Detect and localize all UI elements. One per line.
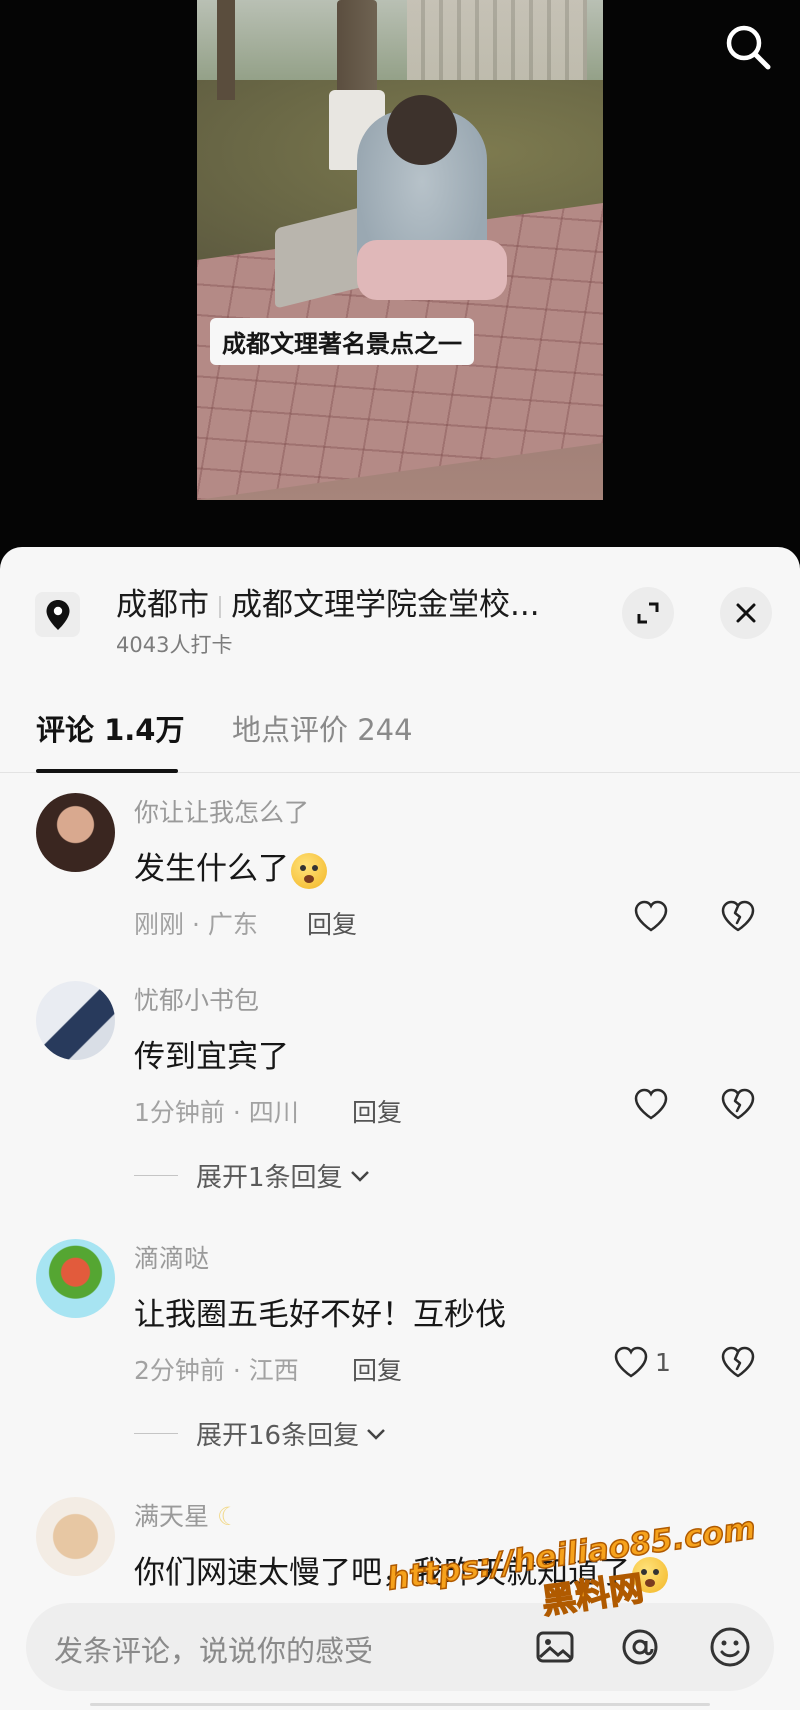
expand-button[interactable] bbox=[622, 587, 674, 639]
search-icon[interactable] bbox=[720, 20, 776, 76]
reply-button[interactable]: 回复 bbox=[352, 1351, 402, 1387]
comment-text: 让我圈五毛好不好！互秒伐 bbox=[134, 1297, 506, 1333]
comment-input-placeholder[interactable]: 发条评论，说说你的感受 bbox=[54, 1628, 373, 1670]
image-icon[interactable] bbox=[531, 1623, 579, 1671]
comments-sheet: 成都市 成都文理学院金堂校... 4043人打卡 评论 1.4万 地点评价 244… bbox=[0, 547, 800, 1710]
comment-username[interactable]: 你让让我怎么了 bbox=[134, 793, 309, 829]
reply-button[interactable]: 回复 bbox=[307, 905, 357, 941]
video-building bbox=[407, 0, 587, 80]
expand-line bbox=[134, 1175, 178, 1176]
like-button[interactable]: 1 bbox=[613, 1345, 671, 1379]
location-title[interactable]: 成都市 成都文理学院金堂校... bbox=[116, 579, 540, 624]
comment-text-content: 你们网速太慢了吧，我昨天就知道了 bbox=[134, 1555, 630, 1591]
video-person-hair bbox=[387, 95, 457, 165]
active-tab-indicator bbox=[36, 769, 178, 773]
avatar[interactable] bbox=[36, 1239, 115, 1318]
expand-replies-label: 展开16条回复 bbox=[196, 1421, 360, 1451]
expand-replies-label: 展开1条回复 bbox=[196, 1163, 343, 1193]
close-button[interactable] bbox=[720, 587, 772, 639]
video-caption: 成都文理著名景点之一 bbox=[210, 318, 474, 365]
video-person-legs bbox=[357, 240, 507, 300]
tab-place-reviews[interactable]: 地点评价 244 bbox=[232, 707, 413, 749]
comment-text: 传到宜宾了 bbox=[134, 1039, 289, 1075]
broken-heart-icon bbox=[721, 1346, 755, 1378]
heart-icon bbox=[634, 900, 668, 932]
crescent-moon-icon: ☾ bbox=[216, 1502, 240, 1531]
video-frame[interactable] bbox=[197, 0, 603, 500]
emoji-icon[interactable] bbox=[706, 1623, 754, 1671]
comment-input-bar[interactable]: 发条评论，说说你的感受 bbox=[26, 1603, 774, 1691]
tab-comments[interactable]: 评论 1.4万 bbox=[36, 707, 184, 749]
title-divider bbox=[219, 595, 221, 618]
comment-text-content: 发生什么了 bbox=[134, 851, 289, 887]
comment-username[interactable]: 滴滴哒 bbox=[134, 1239, 209, 1275]
dislike-button[interactable] bbox=[720, 1345, 756, 1383]
comment-meta: 1分钟前 · 四川 bbox=[134, 1098, 299, 1127]
checkin-count: 4043人打卡 bbox=[116, 633, 233, 657]
at-icon[interactable] bbox=[616, 1623, 664, 1671]
home-indicator bbox=[90, 1703, 710, 1706]
close-icon bbox=[736, 603, 756, 623]
like-count: 1 bbox=[655, 1347, 671, 1377]
screen: 成都文理著名景点之一 成都市 成都文理学院金堂校... 4043人打卡 评论 1.… bbox=[0, 0, 800, 1710]
avatar[interactable] bbox=[36, 793, 115, 872]
heart-icon bbox=[634, 1088, 668, 1120]
expand-replies[interactable]: 展开16条回复 bbox=[134, 1415, 389, 1452]
chevron-down-icon bbox=[350, 1170, 369, 1182]
surprised-face-emoji-icon bbox=[632, 1556, 668, 1593]
map-pin-icon bbox=[35, 592, 80, 637]
chevron-down-icon bbox=[367, 1428, 385, 1440]
like-button[interactable] bbox=[633, 1087, 669, 1121]
location-city: 成都市 bbox=[116, 587, 209, 623]
expand-line bbox=[134, 1433, 178, 1434]
avatar[interactable] bbox=[36, 1497, 115, 1576]
heart-icon bbox=[614, 1346, 648, 1378]
expand-replies[interactable]: 展开1条回复 bbox=[134, 1157, 373, 1194]
comment-username[interactable]: 满天星 ☾ bbox=[134, 1497, 239, 1533]
comment-text: 你们网速太慢了吧，我昨天就知道了 bbox=[134, 1547, 668, 1593]
location-place: 成都文理学院金堂校... bbox=[231, 587, 540, 623]
broken-heart-icon bbox=[721, 1088, 755, 1120]
comment-meta: 2分钟前 · 江西 bbox=[134, 1356, 299, 1385]
tab-bar: 评论 1.4万 地点评价 244 bbox=[0, 687, 800, 773]
comment-username[interactable]: 忧郁小书包 bbox=[134, 981, 259, 1017]
comment-meta: 刚刚 · 广东 bbox=[134, 910, 258, 939]
like-button[interactable] bbox=[633, 899, 669, 933]
expand-icon bbox=[637, 602, 659, 624]
comment-text: 发生什么了 bbox=[134, 843, 327, 889]
broken-heart-icon bbox=[721, 900, 755, 932]
video-player[interactable]: 成都文理著名景点之一 bbox=[0, 0, 800, 560]
surprised-face-emoji-icon bbox=[291, 852, 327, 889]
avatar[interactable] bbox=[36, 981, 115, 1060]
video-tree bbox=[217, 0, 235, 100]
reply-button[interactable]: 回复 bbox=[352, 1093, 402, 1129]
dislike-button[interactable] bbox=[720, 1087, 756, 1125]
dislike-button[interactable] bbox=[720, 899, 756, 937]
comment-username-text: 满天星 bbox=[134, 1502, 210, 1531]
